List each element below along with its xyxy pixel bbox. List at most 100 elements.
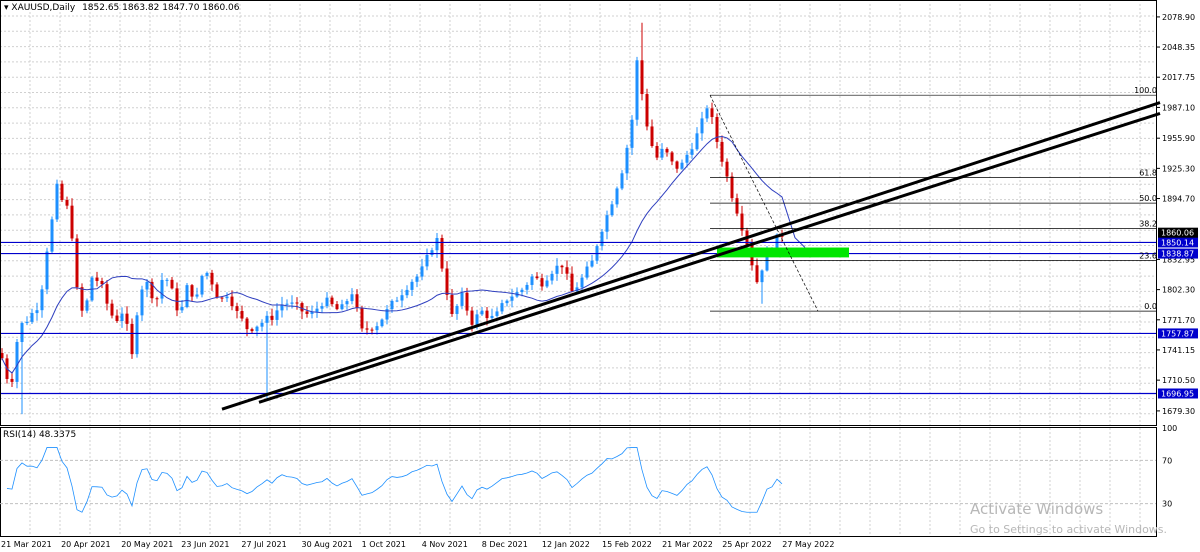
candle-body — [220, 297, 224, 299]
candle-body — [410, 281, 414, 290]
fib-level-label: 0.0 — [1144, 302, 1157, 311]
price-chart[interactable]: 100.0 61.8 50.0 38.2 23.6 0.0 2078.90 2048.35 20… — [0, 0, 1200, 549]
watermark-title: Activate Windows — [970, 500, 1104, 518]
candle — [340, 299, 344, 311]
candle — [525, 282, 529, 295]
candle-body — [95, 277, 99, 281]
x-tick-label: 23 Jun 2021 — [181, 540, 229, 549]
candle — [375, 322, 379, 335]
candle-body — [265, 315, 269, 323]
candle — [135, 312, 139, 358]
candle — [395, 296, 399, 303]
candle — [615, 186, 619, 208]
candle — [170, 277, 174, 290]
candle-body — [70, 205, 74, 239]
watermark-subtitle: Go to Settings to activate Windows. — [970, 523, 1168, 536]
x-tick-label: 21 Mar 2021 — [1, 540, 52, 549]
candle-body — [470, 310, 474, 325]
candle — [130, 318, 134, 359]
candle-body — [625, 147, 629, 174]
candle — [575, 282, 579, 293]
candle — [660, 143, 664, 160]
candle — [360, 305, 364, 332]
current-price-box: 1860.06 — [1161, 229, 1194, 238]
candle — [240, 305, 244, 322]
candle-body — [235, 306, 239, 311]
candle — [205, 271, 209, 280]
rsi-tick-label: 100 — [1162, 424, 1177, 433]
dropdown-triangle-icon[interactable]: ▾ — [4, 3, 9, 13]
candle — [95, 271, 99, 287]
candle-body — [450, 294, 454, 314]
x-tick-label: 27 May 2022 — [782, 540, 834, 549]
candle-body — [285, 303, 289, 305]
trendline-lower — [258, 112, 1161, 404]
candle — [695, 127, 699, 151]
x-tick-label: 30 Aug 2021 — [302, 540, 353, 549]
candle — [640, 22, 644, 101]
windows-activation-watermark: Activate Windows Go to Settings to activ… — [970, 500, 1167, 536]
candle — [625, 144, 629, 180]
candle — [165, 277, 169, 287]
candle — [345, 298, 349, 310]
candle-body — [605, 215, 609, 232]
candle-body — [75, 238, 79, 288]
candle-body — [125, 313, 129, 324]
candle — [590, 254, 594, 268]
x-tick-label: 15 Feb 2022 — [602, 540, 652, 549]
x-tick-label: 4 Nov 2021 — [422, 540, 468, 549]
candle — [185, 282, 189, 309]
candle — [100, 277, 104, 289]
candle-body — [590, 260, 594, 267]
candle-body — [175, 288, 179, 311]
candle-body — [760, 270, 764, 283]
candle-body — [695, 133, 699, 150]
candle-body — [455, 305, 459, 314]
candle-body — [510, 296, 514, 301]
candle-body — [115, 315, 119, 321]
candle — [190, 284, 194, 302]
candle-body — [645, 94, 649, 127]
y-tick-label: 1679.30 — [1162, 407, 1195, 416]
candle — [125, 306, 129, 331]
candle — [675, 160, 679, 173]
candle-body — [700, 118, 704, 134]
candle-body — [25, 321, 29, 324]
candle-body — [85, 300, 89, 311]
candle-body — [720, 141, 724, 162]
symbol-label: XAUUSD,Daily — [11, 3, 76, 13]
candle — [320, 302, 324, 313]
y-tick-label: 1741.15 — [1162, 346, 1195, 355]
candle-body — [335, 304, 339, 310]
candle — [515, 287, 519, 298]
candle — [60, 180, 64, 203]
candle — [535, 272, 539, 280]
candle — [160, 272, 164, 304]
candle — [400, 289, 404, 308]
candle — [585, 261, 589, 280]
candle — [25, 316, 29, 326]
candle-body — [290, 302, 294, 304]
candle — [665, 147, 669, 157]
candle — [445, 261, 449, 301]
candle-body — [560, 265, 564, 268]
fib-level-label: 100.0 — [1134, 86, 1157, 95]
candle-body — [460, 292, 464, 306]
candle — [630, 115, 634, 155]
chart-root[interactable]: 100.0 61.8 50.0 38.2 23.6 0.0 2078.90 2048.35 20… — [0, 0, 1200, 549]
candle — [635, 56, 639, 126]
candle — [140, 285, 144, 322]
candle-body — [725, 161, 729, 177]
y-tick-label: 1955.90 — [1162, 134, 1195, 143]
candle — [110, 299, 114, 319]
candle — [365, 321, 369, 335]
candle-body — [400, 295, 404, 301]
candle-body — [445, 268, 449, 295]
y-tick-label: 1894.70 — [1162, 195, 1195, 204]
candle-body — [20, 323, 24, 342]
x-tick-label: 20 May 2021 — [121, 540, 173, 549]
candle-body — [480, 310, 484, 315]
candle — [195, 287, 199, 299]
candle-body — [315, 308, 319, 312]
candle — [645, 88, 649, 131]
